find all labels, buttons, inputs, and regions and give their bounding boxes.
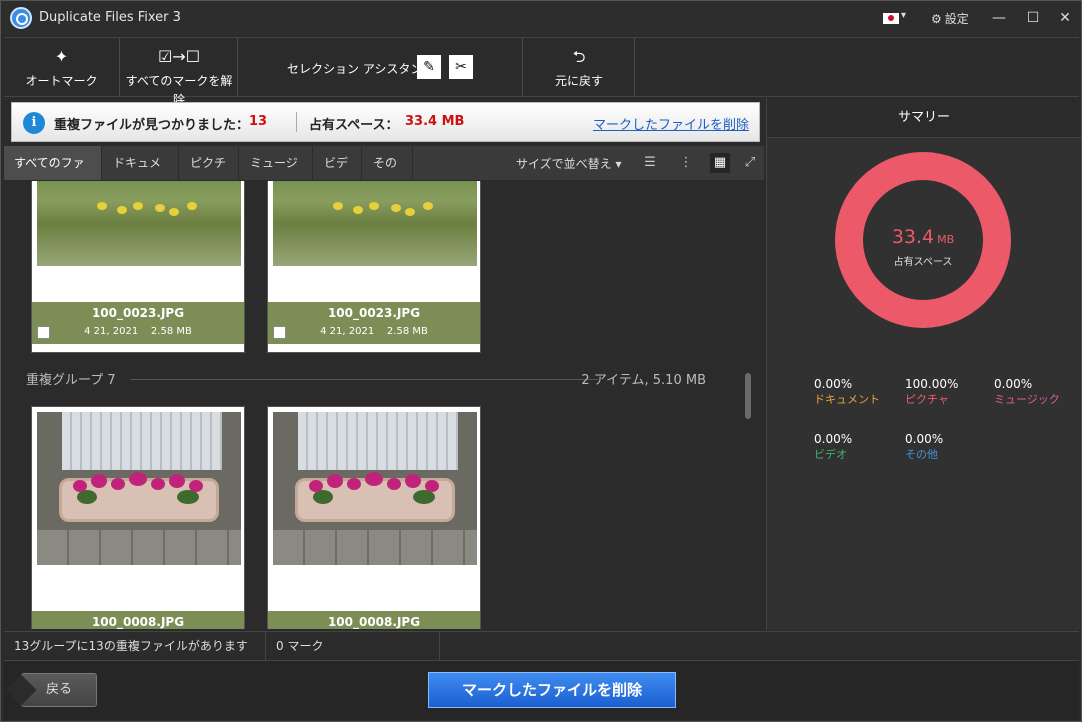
tab-videos[interactable]: ビデオ xyxy=(314,146,362,204)
thumbnail xyxy=(273,412,477,565)
tab-music[interactable]: ミュージック xyxy=(240,146,313,204)
tab-pictures[interactable]: ピクチャ xyxy=(180,146,239,204)
stat-music: 0.00% ミュージック xyxy=(994,377,1060,406)
title-bar: Duplicate Files Fixer 3 ▾ ⚙ 設定 — ☐ ✕ xyxy=(1,1,1081,35)
unmark-all-button[interactable]: ☑→☐ すべてのマークを解除 xyxy=(121,38,238,107)
group-divider xyxy=(130,379,598,380)
file-name: 100_0008.JPG xyxy=(91,615,185,629)
file-caption: 100_0023.JPG 4 21, 2021 2.58 MB xyxy=(32,302,244,344)
close-button[interactable]: ✕ xyxy=(1053,7,1077,29)
thumbnail xyxy=(37,181,241,266)
checkbox-arrow-icon: ☑→☐ xyxy=(157,47,201,66)
space-value: 33.4 MB xyxy=(405,114,465,129)
total-space-value: 33.4 MB xyxy=(891,226,955,248)
scrollbar-thumb[interactable] xyxy=(745,373,751,419)
file-card[interactable]: 100_0008.JPG xyxy=(31,406,245,629)
file-card[interactable]: 100_0008.JPG xyxy=(267,406,481,629)
maximize-button[interactable]: ☐ xyxy=(1021,7,1045,29)
tools-icon[interactable]: ✂ xyxy=(449,55,473,79)
detail-view-icon[interactable]: ⋮ xyxy=(676,153,696,173)
stat-documents: 0.00% ドキュメント xyxy=(814,377,880,406)
file-caption: 100_0023.JPG 4 21, 2021 2.58 MB xyxy=(268,302,480,344)
selection-assistant-label: セレクション アシスタント xyxy=(287,62,435,76)
file-type-tabs: すべてのファイル ドキュメント ピクチャ ミュージック ビデオ その他 サイズで… xyxy=(4,146,764,204)
group-header: 重複グループ 7 2 アイテム, 5.10 MB xyxy=(26,369,706,389)
tab-all-files[interactable]: すべてのファイル xyxy=(4,146,102,204)
grid-view-icon[interactable]: ▦ xyxy=(710,153,730,173)
stat-videos: 0.00% ビデオ xyxy=(814,432,853,461)
stat-others: 0.00% その他 xyxy=(905,432,944,461)
stat-pictures: 100.00% ピクチャ xyxy=(905,377,959,406)
file-name: 100_0023.JPG xyxy=(327,306,421,320)
tab-others[interactable]: その他 xyxy=(363,146,413,204)
app-logo-icon xyxy=(10,7,32,29)
japan-flag-icon[interactable] xyxy=(883,13,899,24)
thumbnail xyxy=(37,412,241,565)
back-button[interactable]: 戻る xyxy=(21,673,97,707)
file-name: 100_0023.JPG xyxy=(91,306,185,320)
sort-dropdown[interactable]: サイズで並べ替え ▾ xyxy=(516,155,622,172)
undo-arrow-icon: ⮌ xyxy=(572,47,586,66)
minimize-button[interactable]: — xyxy=(987,7,1011,29)
auto-mark-button[interactable]: ✦ オートマーク xyxy=(4,38,120,96)
info-bar: i 重複ファイルが見つかりました： 13 占有スペース： 33.4 MB マーク… xyxy=(11,102,760,142)
file-meta: 4 21, 2021 2.58 MB xyxy=(84,326,192,337)
group-name: 重複グループ 7 xyxy=(26,373,116,388)
duplicates-count: 13 xyxy=(249,114,268,129)
results-grid: 100_0023.JPG 4 21, 2021 2.58 MB 100_0023… xyxy=(4,181,761,629)
bottom-bar: 戻る マークしたファイルを削除 xyxy=(4,660,1079,720)
selection-assistant: セレクション アシスタント ✎ ✂ xyxy=(239,38,523,96)
summary-panel: サマリー 33.4 MB 占有スペース 0.00% ドキュメント 100.00% … xyxy=(766,98,1081,630)
file-caption: 100_0008.JPG xyxy=(32,611,244,629)
fullscreen-icon[interactable]: ⤢ xyxy=(740,153,760,173)
delete-marked-link[interactable]: マークしたファイルを削除 xyxy=(593,114,749,133)
file-card[interactable]: 100_0023.JPG 4 21, 2021 2.58 MB xyxy=(267,181,481,353)
magic-wand-icon: ✦ xyxy=(54,47,69,66)
file-checkbox[interactable] xyxy=(273,326,286,339)
app-title: Duplicate Files Fixer 3 xyxy=(39,10,181,25)
duplicates-label: 重複ファイルが見つかりました： xyxy=(54,118,250,133)
list-view-icon[interactable]: ☰ xyxy=(640,153,660,173)
chevron-down-icon: ▾ xyxy=(615,157,622,171)
status-bar: 13グループに13の重複ファイルがあります 0 マーク xyxy=(4,631,1079,660)
undo-button[interactable]: ⮌ 元に戻す xyxy=(524,38,635,96)
app-window: Duplicate Files Fixer 3 ▾ ⚙ 設定 — ☐ ✕ ✦ オー… xyxy=(0,0,1082,722)
space-label: 占有スペース： xyxy=(309,118,399,133)
file-name: 100_0008.JPG xyxy=(327,615,421,629)
chevron-down-icon[interactable]: ▾ xyxy=(901,10,906,21)
info-icon: i xyxy=(23,112,45,134)
toolbar: ✦ オートマーク ☑→☐ すべてのマークを解除 セレクション アシスタント ✎ … xyxy=(4,37,1079,107)
delete-marked-button[interactable]: マークしたファイルを削除 xyxy=(428,672,676,708)
file-checkbox[interactable] xyxy=(37,326,50,339)
settings-button[interactable]: ⚙ 設定 xyxy=(931,10,969,27)
total-space-label: 占有スペース xyxy=(893,257,953,268)
gear-icon: ⚙ xyxy=(931,12,942,26)
tab-documents[interactable]: ドキュメント xyxy=(103,146,179,204)
separator xyxy=(296,112,297,132)
summary-title: サマリー xyxy=(767,98,1081,138)
thumbnail xyxy=(273,181,477,266)
file-meta: 4 21, 2021 2.58 MB xyxy=(320,326,428,337)
wand-select-icon[interactable]: ✎ xyxy=(417,55,441,79)
file-caption: 100_0008.JPG xyxy=(268,611,480,629)
file-card[interactable]: 100_0023.JPG 4 21, 2021 2.58 MB xyxy=(31,181,245,353)
group-info: 2 アイテム, 5.10 MB xyxy=(581,373,706,388)
status-marked: 0 マーク xyxy=(266,632,440,660)
status-groups: 13グループに13の重複ファイルがあります xyxy=(4,632,266,660)
